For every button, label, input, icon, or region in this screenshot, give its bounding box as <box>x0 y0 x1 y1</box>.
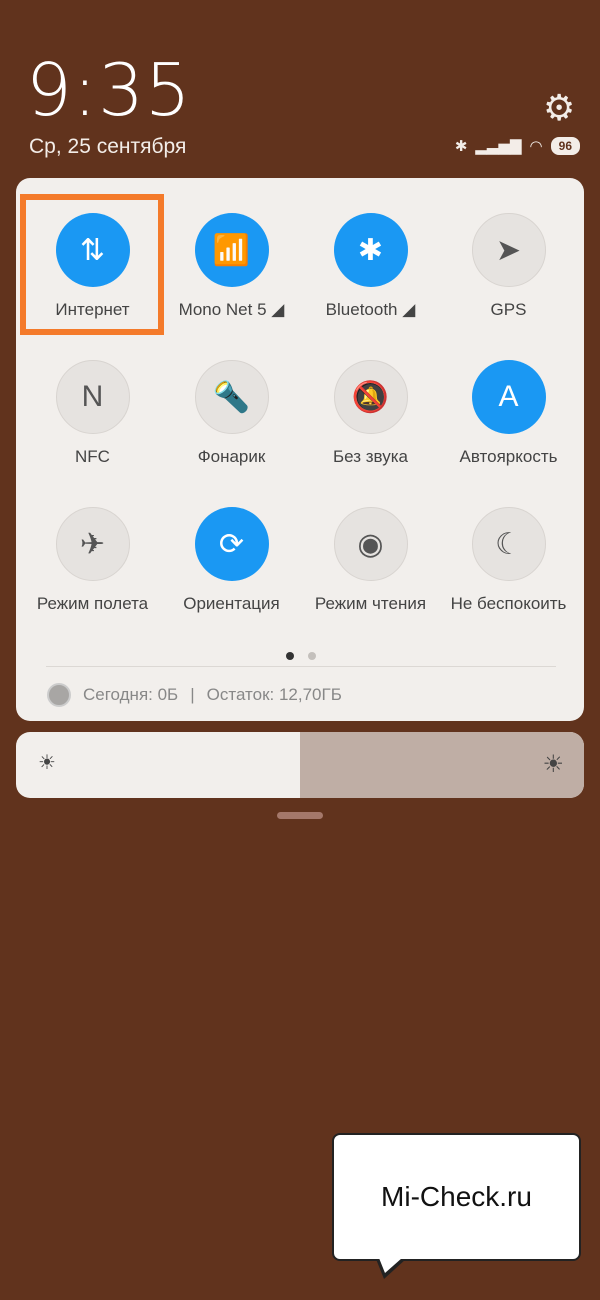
clock: 9:35 <box>26 48 192 132</box>
page-dot-active[interactable] <box>286 652 294 660</box>
brightness-high-icon: ☀ <box>542 751 564 778</box>
wifi-status-icon: ◠ <box>529 138 543 155</box>
settings-gear-icon[interactable]: ⚙ <box>543 90 579 126</box>
tile-label: Режим чтения <box>314 594 427 613</box>
brightness-low-icon: ☀ <box>38 752 56 774</box>
usage-divider: | <box>190 685 195 704</box>
tile-eye[interactable]: ◉ Режим чтения <box>301 507 440 614</box>
tile-label: Bluetooth ◢ <box>325 300 416 319</box>
usage-today: Сегодня: 0Б <box>83 685 179 704</box>
battery-icon: 96 <box>550 137 580 155</box>
signal-icon: ▂▃▅▇ <box>475 138 522 155</box>
tile-auto-brightness[interactable]: A Автояркость <box>439 360 578 467</box>
page-dot[interactable] <box>308 652 316 660</box>
divider <box>46 666 556 667</box>
tile-moon[interactable]: ☾ Не беспокоить <box>439 507 578 614</box>
tile-bell-off[interactable]: 🔕 Без звука <box>301 360 440 467</box>
brightness-track-remaining <box>300 732 584 798</box>
tile-location-arrow[interactable]: ➤ GPS <box>439 213 578 320</box>
flashlight-icon[interactable]: 🔦 <box>194 360 269 434</box>
highlight-box <box>20 194 164 335</box>
brightness-slider[interactable]: ☀ ☀ <box>16 732 584 798</box>
callout-tail-inner <box>379 1258 402 1273</box>
airplane-icon[interactable]: ✈ <box>55 507 130 581</box>
auto-brightness-icon[interactable]: A <box>471 360 546 434</box>
tile-label: Ориентация <box>183 594 280 613</box>
tile-airplane[interactable]: ✈ Режим полета <box>23 507 162 614</box>
tile-label: GPS <box>490 300 527 319</box>
data-usage[interactable]: Сегодня: 0Б | Остаток: 12,70ГБ <box>47 683 342 707</box>
tile-label: Mono Net 5 ◢ <box>178 300 285 319</box>
bluetooth-icon[interactable]: ✱ <box>333 213 408 287</box>
tile-label: Не беспокоить <box>450 594 567 613</box>
bluetooth-status-icon: ✱ <box>454 138 468 155</box>
location-arrow-icon[interactable]: ➤ <box>471 213 546 287</box>
watermark-callout: Mi-Check.ru <box>332 1133 581 1261</box>
wifi-icon[interactable]: 📶 <box>194 213 269 287</box>
status-bar: ✱ ▂▃▅▇ ◠ 96 <box>455 137 580 155</box>
page-indicator <box>286 652 316 660</box>
tile-label: NFC <box>75 447 110 466</box>
tile-label: Режим полета <box>36 594 149 613</box>
date: Ср, 25 сентября <box>29 135 187 158</box>
tile-bluetooth[interactable]: ✱ Bluetooth ◢ <box>301 213 440 320</box>
tile-nfc[interactable]: N NFC <box>23 360 162 467</box>
tile-flashlight[interactable]: 🔦 Фонарик <box>162 360 301 467</box>
tile-label: Без звука <box>333 447 408 466</box>
nfc-icon[interactable]: N <box>55 360 130 434</box>
data-usage-icon <box>47 683 71 707</box>
tile-rotation-lock[interactable]: ⟳ Ориентация <box>162 507 301 614</box>
moon-icon[interactable]: ☾ <box>471 507 546 581</box>
bell-off-icon[interactable]: 🔕 <box>333 360 408 434</box>
tile-label: Фонарик <box>197 447 266 466</box>
eye-icon[interactable]: ◉ <box>333 507 408 581</box>
tile-wifi[interactable]: 📶 Mono Net 5 ◢ <box>162 213 301 320</box>
tile-label: Автояркость <box>459 447 558 466</box>
rotation-lock-icon[interactable]: ⟳ <box>194 507 269 581</box>
drag-handle[interactable] <box>277 812 323 819</box>
usage-remaining: Остаток: 12,70ГБ <box>206 685 342 704</box>
